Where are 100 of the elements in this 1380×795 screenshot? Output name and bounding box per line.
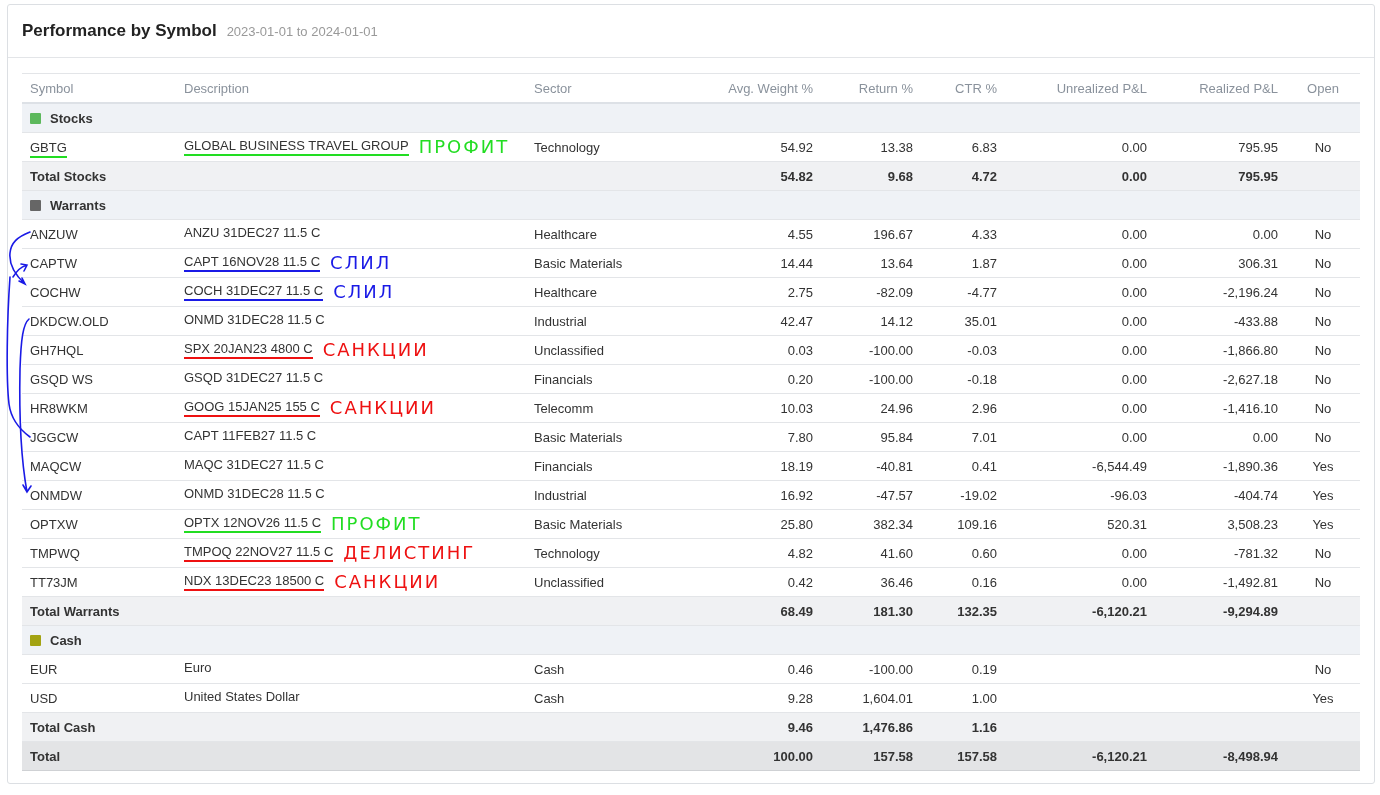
table-cell: CAPT 16NOV28 11.5 C xyxy=(184,254,321,272)
table-cell: 0.42 xyxy=(787,574,813,590)
table-cell-text: GH7HQL xyxy=(30,342,84,360)
table-cell-text: HR8WKM xyxy=(30,400,88,418)
table-cell: No xyxy=(1314,371,1332,387)
group-label: Cash xyxy=(50,632,82,648)
table-cell: Yes xyxy=(1312,487,1334,503)
table-cell: TMPOQ 22NOV27 11.5 C xyxy=(184,544,334,562)
table-cell: 0.03 xyxy=(787,342,813,358)
table-cell: 18.19 xyxy=(780,458,813,474)
table-cell: 109.16 xyxy=(957,516,997,532)
handwritten-note: САНКЦИИ xyxy=(322,340,429,360)
table-cell: Technology xyxy=(534,139,600,155)
table-cell: 1.00 xyxy=(971,690,997,706)
column-header[interactable]: Realized P&L xyxy=(1199,80,1278,96)
table-cell: 54.92 xyxy=(780,139,813,155)
table-cell: 13.64 xyxy=(880,255,913,271)
table-cell: Unclassified xyxy=(534,574,605,590)
table-cell: 1.16 xyxy=(971,719,997,735)
table-cell: 0.00 xyxy=(1121,574,1147,590)
table-cell: -6,120.21 xyxy=(1092,748,1147,764)
date-range: 2023-01-01 to 2024-01-01 xyxy=(226,23,378,39)
table-cell: 382.34 xyxy=(873,516,913,532)
table-cell: Industrial xyxy=(534,487,587,503)
table-cell: 0.19 xyxy=(971,661,997,677)
column-header[interactable]: Symbol xyxy=(30,80,74,96)
table-cell: GBTG xyxy=(30,139,67,158)
handwritten-note: ПРОФИТ xyxy=(418,137,510,157)
table-cell: Technology xyxy=(534,545,600,561)
table-cell: -1,866.80 xyxy=(1223,342,1278,358)
table-cell-text: COCHW xyxy=(30,284,81,302)
table-cell-text: GSQD WS xyxy=(30,371,93,389)
table-cell: 0.41 xyxy=(971,458,997,474)
table-cell: 24.96 xyxy=(880,400,913,416)
column-header[interactable]: Avg. Weight % xyxy=(728,80,813,96)
column-header[interactable]: Open xyxy=(1307,80,1339,96)
table-cell: 795.95 xyxy=(1238,139,1278,155)
table-cell: -2,196.24 xyxy=(1223,284,1278,300)
table-cell: SPX 20JAN23 4800 C xyxy=(184,341,313,359)
table-cell: Financials xyxy=(534,371,593,387)
table-cell-text: ANZU 31DEC27 11.5 C xyxy=(184,225,321,242)
table-cell-text: MAQC 31DEC27 11.5 C xyxy=(184,457,324,474)
table-cell-text: Total Cash xyxy=(30,719,96,737)
table-cell: 95.84 xyxy=(880,429,913,445)
table-cell: 100.00 xyxy=(773,748,813,764)
table-cell: 9.46 xyxy=(787,719,813,735)
table-cell-text: ONMDW xyxy=(30,487,82,505)
table-cell: 7.80 xyxy=(787,429,813,445)
table-cell: -9,294.89 xyxy=(1223,603,1278,619)
table-cell-text: ANZUW xyxy=(30,226,78,244)
table-cell-text: EUR xyxy=(30,661,58,679)
table-cell: Financials xyxy=(534,458,593,474)
table-cell-text: USD xyxy=(30,690,58,708)
table-cell: No xyxy=(1314,284,1332,300)
table-cell: 0.00 xyxy=(1121,313,1147,329)
table-cell: 2.75 xyxy=(787,284,813,300)
table-cell: 4.72 xyxy=(971,168,997,184)
column-header[interactable]: Description xyxy=(184,80,250,96)
table-cell: 0.00 xyxy=(1121,168,1147,184)
table-cell: 54.82 xyxy=(780,168,813,184)
table-cell: 1,604.01 xyxy=(862,690,913,706)
table-cell: 4.33 xyxy=(971,226,997,242)
column-header[interactable]: Sector xyxy=(534,80,572,96)
table-cell: 0.00 xyxy=(1121,342,1147,358)
table-cell: 0.00 xyxy=(1121,400,1147,416)
table-cell: 0.00 xyxy=(1121,545,1147,561)
table-cell: 42.47 xyxy=(780,313,813,329)
table-cell: 36.46 xyxy=(880,574,913,590)
table-cell: -100.00 xyxy=(868,342,913,358)
panel-title: Performance by Symbol xyxy=(22,21,217,41)
table-cell: -0.18 xyxy=(967,371,997,387)
table-cell-text: GSQD 31DEC27 11.5 C xyxy=(184,370,324,387)
table-cell: No xyxy=(1314,342,1332,358)
table-cell-text: CAPTW xyxy=(30,255,77,273)
table-cell: No xyxy=(1314,313,1332,329)
table-cell: 0.60 xyxy=(971,545,997,561)
table-cell: 0.00 xyxy=(1121,371,1147,387)
table-cell: GOOG 15JAN25 155 C xyxy=(184,399,320,417)
table-cell: Yes xyxy=(1312,516,1334,532)
table-cell-text: JGGCW xyxy=(30,429,79,447)
column-header[interactable]: Return % xyxy=(858,80,913,96)
table-cell: 795.95 xyxy=(1238,168,1278,184)
handwritten-note: ДЕЛИСТИНГ xyxy=(343,543,476,563)
table-cell: No xyxy=(1314,429,1332,445)
handwritten-note: СЛИЛ xyxy=(333,282,395,302)
table-cell: 181.30 xyxy=(873,603,913,619)
column-header[interactable]: CTR % xyxy=(955,80,997,96)
table-cell-text: Total xyxy=(30,748,61,766)
table-cell: -1,492.81 xyxy=(1223,574,1278,590)
table-cell: 10.03 xyxy=(780,400,813,416)
table-cell: 3,508.23 xyxy=(1227,516,1278,532)
table-cell: Basic Materials xyxy=(534,255,623,271)
table-cell: 157.58 xyxy=(957,748,997,764)
table-cell: 1,476.86 xyxy=(862,719,913,735)
group-label: Warrants xyxy=(50,197,106,213)
column-header[interactable]: Unrealized P&L xyxy=(1056,80,1147,96)
handwritten-note: СЛИЛ xyxy=(330,253,392,273)
table-cell-text: TT73JM xyxy=(30,574,78,592)
table-cell: 196.67 xyxy=(873,226,913,242)
table-cell: 2.96 xyxy=(971,400,997,416)
